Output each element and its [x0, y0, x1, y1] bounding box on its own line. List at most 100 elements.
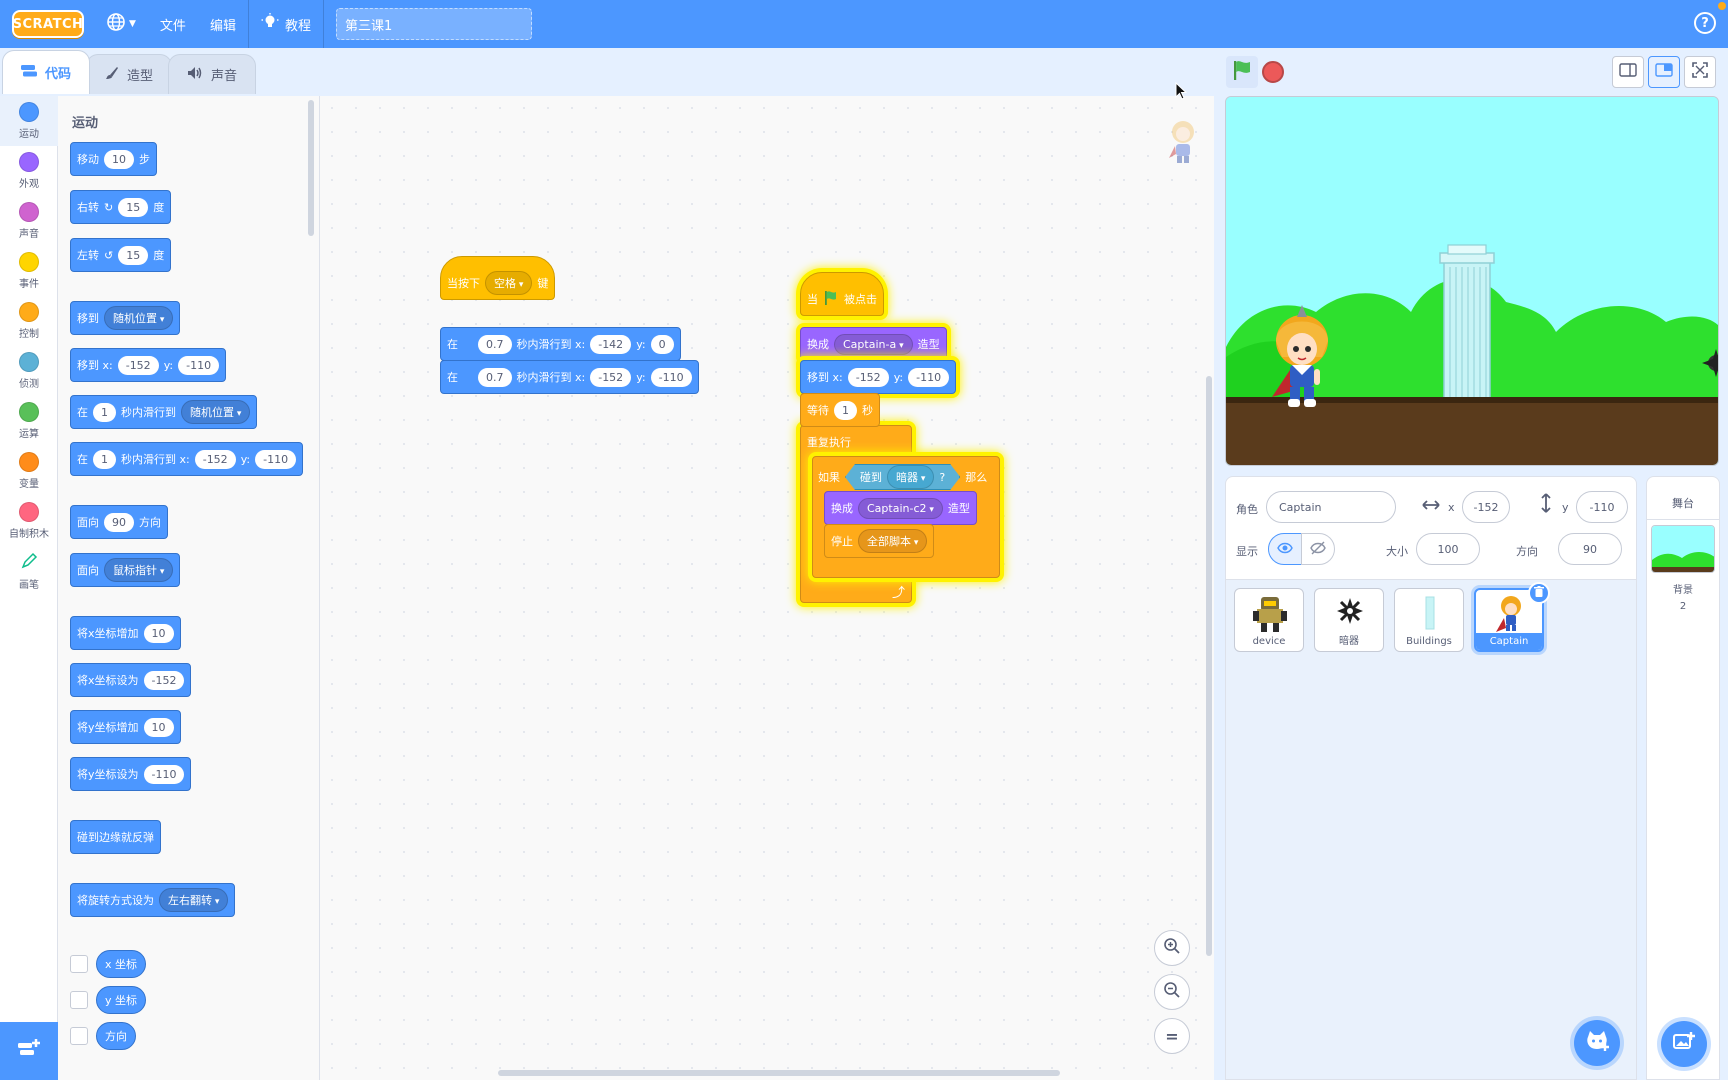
zoom-out-button[interactable]: [1154, 974, 1190, 1010]
block-dropdown[interactable]: 随机位置: [181, 400, 251, 424]
block-if-condition-row[interactable]: 如果 碰到暗器? 那么: [812, 460, 993, 494]
block-input[interactable]: 0.7: [478, 334, 512, 354]
zoom-in-button[interactable]: [1154, 930, 1190, 966]
workspace-vertical-scrollbar[interactable]: [1206, 376, 1212, 956]
green-flag-button[interactable]: [1226, 56, 1258, 88]
reporter-direction[interactable]: 方向: [96, 1022, 136, 1050]
block-change-x[interactable]: 将x坐标增加 10: [70, 616, 181, 650]
category-motion[interactable]: 运动: [0, 96, 58, 146]
category-operators[interactable]: 运算: [0, 396, 58, 446]
block-set-x[interactable]: 将x坐标设为 -152: [70, 663, 192, 697]
sprite-tile-buildings[interactable]: Buildings: [1394, 588, 1464, 652]
category-variables[interactable]: 变量: [0, 446, 58, 496]
block-input[interactable]: 10: [143, 717, 174, 737]
block-input[interactable]: 1: [834, 400, 857, 420]
block-change-y[interactable]: 将y坐标增加 10: [70, 710, 181, 744]
sprite-tile-shuriken[interactable]: 暗器: [1314, 588, 1384, 652]
show-visible-button[interactable]: [1268, 533, 1302, 565]
delete-sprite-button[interactable]: [1528, 582, 1550, 604]
project-title-input[interactable]: 第三课1: [335, 8, 532, 40]
choose-sprite-button[interactable]: [1574, 1020, 1620, 1066]
block-stop[interactable]: 停止 全部脚本: [824, 524, 935, 558]
block-glide-xy[interactable]: 在 1 秒内滑行到 x: -152 y: -110: [70, 442, 304, 476]
show-hidden-button[interactable]: [1301, 533, 1335, 565]
block-input[interactable]: 10: [143, 623, 174, 643]
block-dropdown[interactable]: 随机位置: [104, 306, 174, 330]
category-events[interactable]: 事件: [0, 246, 58, 296]
block-glide-xy[interactable]: 在 0.7 秒内滑行到 x: -142 y: 0: [440, 327, 681, 361]
scratch-logo[interactable]: SCRATCH: [12, 10, 84, 38]
block-point-towards[interactable]: 面向 鼠标指针: [70, 553, 181, 587]
stop-button[interactable]: [1262, 61, 1284, 83]
sprite-name-input[interactable]: Captain: [1266, 491, 1396, 523]
block-when-flag-clicked[interactable]: 当 被点击: [800, 272, 884, 316]
block-turn-right[interactable]: 右转 ↻ 15 度: [70, 190, 172, 224]
block-input[interactable]: -152: [590, 367, 632, 387]
block-glide-xy[interactable]: 在 0.7 秒内滑行到 x: -152 y: -110: [440, 360, 699, 394]
block-switch-costume[interactable]: 换成 Captain-a 造型: [800, 327, 947, 361]
fullscreen-button[interactable]: [1684, 56, 1716, 88]
reporter-y-position[interactable]: y 坐标: [96, 986, 147, 1014]
block-input[interactable]: 1: [93, 449, 116, 469]
y-input[interactable]: -110: [1576, 491, 1628, 523]
block-dropdown[interactable]: 暗器: [887, 465, 934, 489]
large-stage-button[interactable]: [1648, 56, 1680, 88]
block-input[interactable]: -110: [255, 449, 297, 469]
block-bounce-edge[interactable]: 碰到边缘就反弹: [70, 820, 161, 854]
block-dropdown[interactable]: Captain-c2: [858, 497, 943, 519]
stage-selector[interactable]: 舞台 背景 2: [1646, 476, 1720, 1080]
language-menu[interactable]: ▼: [94, 0, 148, 48]
block-input[interactable]: -142: [590, 334, 632, 354]
reporter-x-position[interactable]: x 坐标: [96, 950, 147, 978]
block-goto-xy[interactable]: 移到 x: -152 y: -110: [800, 360, 957, 394]
small-stage-button[interactable]: [1612, 56, 1644, 88]
block-move-steps[interactable]: 移动 10 步: [70, 142, 157, 176]
block-input[interactable]: -152: [194, 449, 236, 469]
block-input[interactable]: 1: [93, 402, 116, 422]
block-input[interactable]: -152: [117, 355, 159, 375]
category-control[interactable]: 控制: [0, 296, 58, 346]
zoom-reset-button[interactable]: =: [1154, 1018, 1190, 1054]
tab-costumes[interactable]: 造型: [86, 54, 173, 94]
block-input[interactable]: -110: [178, 355, 220, 375]
block-rotation-style[interactable]: 将旋转方式设为 左右翻转: [70, 883, 236, 917]
add-extension-button[interactable]: [0, 1022, 58, 1080]
x-input[interactable]: -152: [1462, 491, 1510, 523]
y-position-checkbox[interactable]: [70, 991, 88, 1009]
block-switch-costume[interactable]: 换成 Captain-c2 造型: [824, 491, 977, 525]
direction-input[interactable]: 90: [1558, 533, 1622, 565]
block-input[interactable]: 15: [118, 197, 149, 217]
block-input[interactable]: 90: [104, 512, 134, 532]
block-wait[interactable]: 等待 1 秒: [800, 393, 880, 427]
block-turn-left[interactable]: 左转 ↺ 15 度: [70, 238, 172, 272]
block-input[interactable]: -110: [650, 367, 692, 387]
edit-menu[interactable]: 编辑: [198, 0, 248, 48]
block-point-direction[interactable]: 面向 90 方向: [70, 505, 168, 539]
workspace-horizontal-scrollbar[interactable]: [498, 1070, 1060, 1076]
block-input[interactable]: 0: [650, 334, 674, 354]
sprite-tile-captain[interactable]: Captain: [1474, 582, 1550, 652]
block-set-y[interactable]: 将y坐标设为 -110: [70, 757, 192, 791]
category-my-blocks[interactable]: 自制积木: [0, 496, 58, 546]
direction-checkbox[interactable]: [70, 1027, 88, 1045]
tab-sounds[interactable]: 声音: [168, 54, 257, 94]
block-input[interactable]: 10: [104, 149, 134, 169]
block-input[interactable]: 0.7: [478, 367, 512, 387]
block-goto[interactable]: 移到 随机位置: [70, 301, 181, 335]
block-dropdown[interactable]: 鼠标指针: [104, 558, 174, 582]
palette-scrollbar[interactable]: [308, 100, 314, 236]
category-sound[interactable]: 声音: [0, 196, 58, 246]
tutorials-menu[interactable]: 教程: [249, 0, 323, 48]
block-dropdown[interactable]: Captain-a: [834, 333, 913, 355]
block-when-key-pressed[interactable]: 当按下空格键: [440, 256, 556, 300]
block-dropdown[interactable]: 空格: [485, 271, 533, 295]
block-input[interactable]: -110: [908, 367, 950, 387]
choose-backdrop-button[interactable]: [1661, 1021, 1707, 1067]
size-input[interactable]: 100: [1416, 533, 1480, 565]
category-looks[interactable]: 外观: [0, 146, 58, 196]
block-goto-xy[interactable]: 移到 x: -152 y: -110: [70, 348, 227, 382]
x-position-checkbox[interactable]: [70, 955, 88, 973]
stage-canvas[interactable]: [1225, 96, 1719, 466]
tab-code[interactable]: 代码: [2, 50, 91, 94]
block-input[interactable]: -152: [847, 367, 889, 387]
